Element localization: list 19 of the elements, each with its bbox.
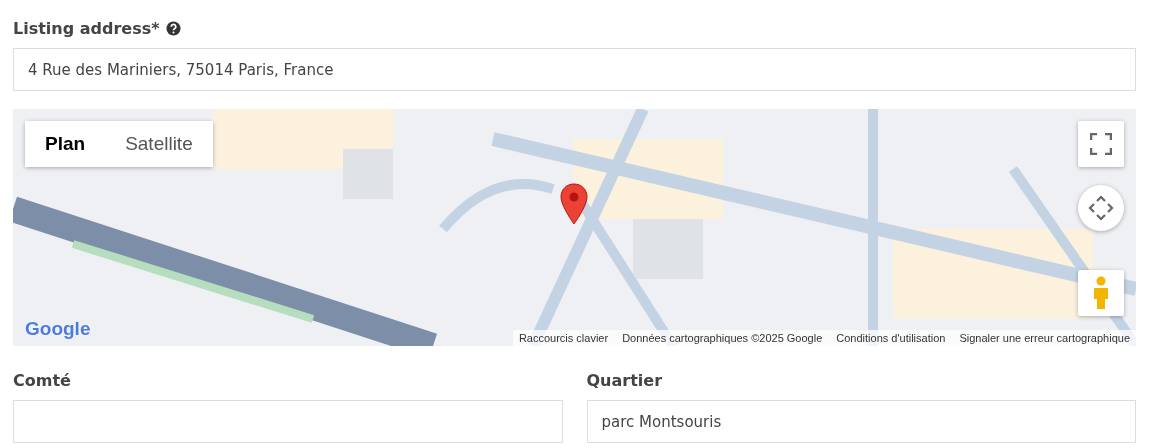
fullscreen-icon xyxy=(1090,133,1112,155)
map-type-tab[interactable]: Satellite xyxy=(105,121,213,167)
field-label: Quartier xyxy=(586,370,663,390)
google-logo: Google xyxy=(25,318,91,340)
map-footer-link[interactable]: Raccourcis clavier xyxy=(518,332,609,344)
field-label: Listing address* xyxy=(13,18,160,38)
person-icon xyxy=(1091,276,1111,310)
field-label: Comté xyxy=(13,370,71,390)
text-field[interactable] xyxy=(13,400,563,443)
map-type-tab[interactable]: Plan xyxy=(25,121,106,167)
map-footer-link[interactable]: Données cartographiques ©2025 Google xyxy=(622,332,823,344)
address-field[interactable]: 4 Rue des Mariniers, 75014 Paris, France xyxy=(13,48,1136,91)
map-footer-link[interactable]: Signaler une erreur cartographique xyxy=(959,332,1130,344)
map-pin-icon xyxy=(560,183,588,225)
fullscreen-button[interactable] xyxy=(1078,121,1124,167)
help-icon[interactable] xyxy=(165,20,181,36)
arrows-icon xyxy=(1088,195,1114,221)
map-footer-link[interactable]: Conditions d'utilisation xyxy=(836,332,946,344)
text-field[interactable]: parc Montsouris xyxy=(586,400,1136,443)
